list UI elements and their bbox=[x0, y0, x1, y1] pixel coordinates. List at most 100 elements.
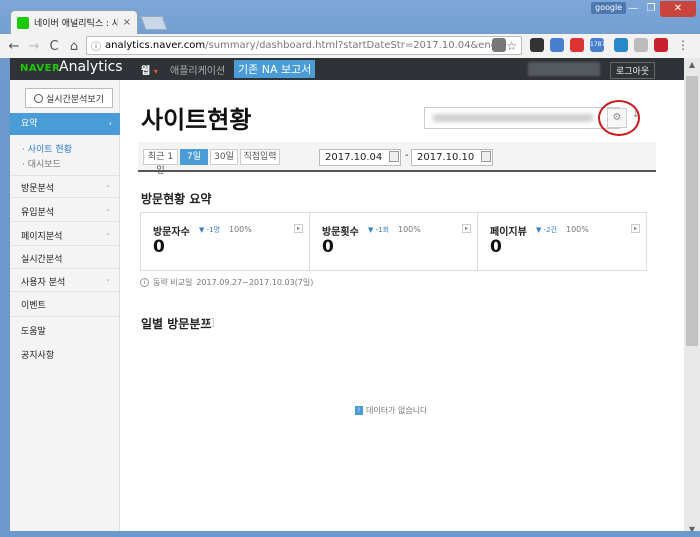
sidebar-divider bbox=[10, 268, 120, 269]
scroll-up-icon[interactable]: ▲ bbox=[684, 58, 700, 72]
reload-icon[interactable]: C bbox=[44, 39, 64, 54]
window-frame-bottom bbox=[0, 531, 700, 537]
empty-state: ! 데이터가 없습니다 bbox=[355, 405, 427, 416]
visit-count-card: 방문횟수 ▼ -1회 100% ▸ 0 bbox=[309, 212, 478, 271]
sidebar-divider bbox=[10, 291, 120, 292]
sidebar-item-summary-label: 요약 bbox=[21, 119, 38, 129]
extension-badge-icon[interactable]: 1787 bbox=[590, 38, 605, 52]
card-label: 방문자수 bbox=[153, 227, 190, 238]
tab-title: 네이버 애널리틱스 : 사이 bbox=[34, 19, 118, 29]
card-percent: 100% bbox=[398, 225, 421, 234]
sidebar-item-summary[interactable]: 요약 › bbox=[10, 113, 120, 135]
scroll-thumb[interactable] bbox=[686, 76, 698, 346]
sidebar-item-label: 도움말 bbox=[21, 327, 46, 337]
date-separator: - bbox=[405, 150, 409, 161]
sidebar-item-page-analysis[interactable]: 페이지분석 ⌄ bbox=[21, 229, 111, 242]
daily-visits-section-title: 일별 방문분포 bbox=[141, 317, 212, 331]
period-7day-button[interactable]: 7일 bbox=[180, 149, 208, 165]
sidebar-item-label: 공지사항 bbox=[21, 351, 55, 361]
card-value: 0 bbox=[490, 237, 502, 257]
section-more-icon[interactable]: ▸ bbox=[205, 318, 214, 327]
site-info-icon[interactable]: ⓘ bbox=[91, 38, 101, 53]
sidebar-item-help[interactable]: 도움말 bbox=[21, 324, 46, 337]
download-icon[interactable]: ↓ bbox=[632, 110, 640, 120]
card-value: 0 bbox=[322, 237, 334, 257]
card-value: 0 bbox=[153, 237, 165, 257]
page-scrollbar[interactable]: ▲ ▼ bbox=[684, 58, 700, 537]
sidebar-divider bbox=[10, 175, 120, 176]
profile-button[interactable]: google bbox=[591, 2, 627, 14]
realtime-analysis-label: 실시간분석보기 bbox=[46, 94, 104, 105]
browser-menu-icon[interactable]: ⋮ bbox=[676, 38, 690, 52]
realtime-analysis-button[interactable]: 실시간분석보기 bbox=[25, 88, 113, 108]
url-host: analytics.naver.com bbox=[105, 40, 206, 51]
extension-globe-icon[interactable] bbox=[614, 38, 628, 52]
sidebar-item-notice[interactable]: 공지사항 bbox=[21, 348, 54, 361]
sidebar-item-label: 실시간분석 bbox=[21, 255, 63, 265]
home-icon[interactable]: ⌂ bbox=[64, 39, 84, 54]
address-bar[interactable]: ⓘ analytics.naver.com/summary/dashboard.… bbox=[86, 36, 522, 55]
extension-youtube-icon[interactable] bbox=[570, 38, 584, 52]
card-label: 방문횟수 bbox=[322, 227, 359, 238]
calendar-icon[interactable] bbox=[389, 151, 399, 162]
analytics-logo[interactable]: Analytics bbox=[59, 59, 123, 75]
pageview-card: 페이지뷰 ▼ -2건 100% ▸ 0 bbox=[477, 212, 647, 271]
card-more-icon[interactable]: ▸ bbox=[462, 224, 471, 233]
comparison-range: 2017.09.27~2017.10.03(7일) bbox=[196, 278, 314, 287]
window-frame-left bbox=[0, 58, 10, 537]
extension-check-icon[interactable] bbox=[634, 38, 648, 52]
card-percent: 100% bbox=[229, 225, 252, 234]
sidebar-subitem-dashboard[interactable]: · 대시보드 bbox=[22, 157, 61, 170]
extension-puzzle-icon[interactable] bbox=[492, 38, 506, 52]
extension-bolt-icon[interactable] bbox=[530, 38, 544, 52]
calendar-icon[interactable] bbox=[481, 151, 491, 162]
page-title: 사이트현황 bbox=[141, 106, 252, 134]
back-icon[interactable]: ← bbox=[4, 39, 24, 54]
period-30day-button[interactable]: 30일 bbox=[210, 149, 238, 165]
sidebar-item-label: 이벤트 bbox=[21, 301, 46, 311]
sidebar-item-visit-analysis[interactable]: 방문분석 ⌄ bbox=[21, 181, 111, 194]
naver-favicon-icon bbox=[17, 16, 29, 29]
old-report-button[interactable]: 기존 NA 보고서 bbox=[234, 60, 316, 78]
site-url-redacted bbox=[433, 114, 593, 122]
sidebar-item-user-analysis[interactable]: 사용자 분석 ⌄ bbox=[21, 275, 111, 288]
new-tab-button[interactable] bbox=[140, 16, 168, 30]
logout-button[interactable]: 로그아웃 bbox=[610, 62, 656, 79]
period-custom-button[interactable]: 직접입력 bbox=[240, 149, 280, 165]
empty-state-text: 데이터가 없습니다 bbox=[366, 406, 428, 415]
web-menu[interactable]: 웹 ▾ bbox=[141, 62, 158, 77]
sidebar-item-inflow-analysis[interactable]: 유입분석 ⌄ bbox=[21, 205, 111, 218]
sidebar-item-label: 유입분석 bbox=[21, 208, 55, 218]
tab-close-icon[interactable]: × bbox=[123, 17, 131, 28]
period-1day-button[interactable]: 최근 1일 bbox=[143, 149, 178, 176]
url-path: /summary/dashboard.html?startDateStr=201… bbox=[205, 40, 503, 51]
close-window-button[interactable]: ✕ bbox=[660, 1, 696, 17]
pinterest-icon[interactable] bbox=[654, 38, 668, 52]
clock-icon bbox=[34, 93, 44, 103]
sidebar-subitem-site-status[interactable]: · 사이트 현황 bbox=[22, 142, 72, 155]
card-more-icon[interactable]: ▸ bbox=[631, 224, 640, 233]
comparison-label: 동략 비교일 bbox=[153, 278, 193, 287]
chevron-down-icon: ⌄ bbox=[105, 229, 111, 237]
chevron-down-icon: ⌄ bbox=[105, 275, 111, 283]
sidebar-divider bbox=[10, 197, 120, 198]
card-percent: 100% bbox=[566, 225, 589, 234]
browser-tab[interactable]: 네이버 애널리틱스 : 사이 × bbox=[10, 10, 138, 34]
minimize-button[interactable]: — bbox=[624, 1, 642, 17]
caret-down-icon: ▾ bbox=[153, 67, 158, 76]
user-id-redacted bbox=[528, 62, 600, 76]
forward-icon[interactable]: → bbox=[24, 39, 44, 54]
site-selector[interactable] bbox=[424, 107, 620, 129]
sidebar-divider bbox=[10, 221, 120, 222]
sidebar-item-label: 페이지분석 bbox=[21, 232, 63, 242]
extension-translate-icon[interactable] bbox=[550, 38, 564, 52]
card-more-icon[interactable]: ▸ bbox=[294, 224, 303, 233]
sidebar-item-event[interactable]: 이벤트 bbox=[21, 298, 46, 311]
bookmark-star-icon[interactable]: ☆ bbox=[506, 39, 517, 53]
naver-logo[interactable]: NAVER bbox=[20, 63, 60, 74]
sidebar-divider bbox=[10, 316, 120, 317]
sidebar-item-realtime-analysis[interactable]: 실시간분석 bbox=[21, 252, 62, 265]
visitor-count-card: 방문자수 ▼ -1명 100% ▸ 0 bbox=[140, 212, 310, 271]
maximize-button[interactable]: ❐ bbox=[642, 1, 660, 17]
app-menu[interactable]: 애플리케이션 bbox=[170, 62, 225, 77]
